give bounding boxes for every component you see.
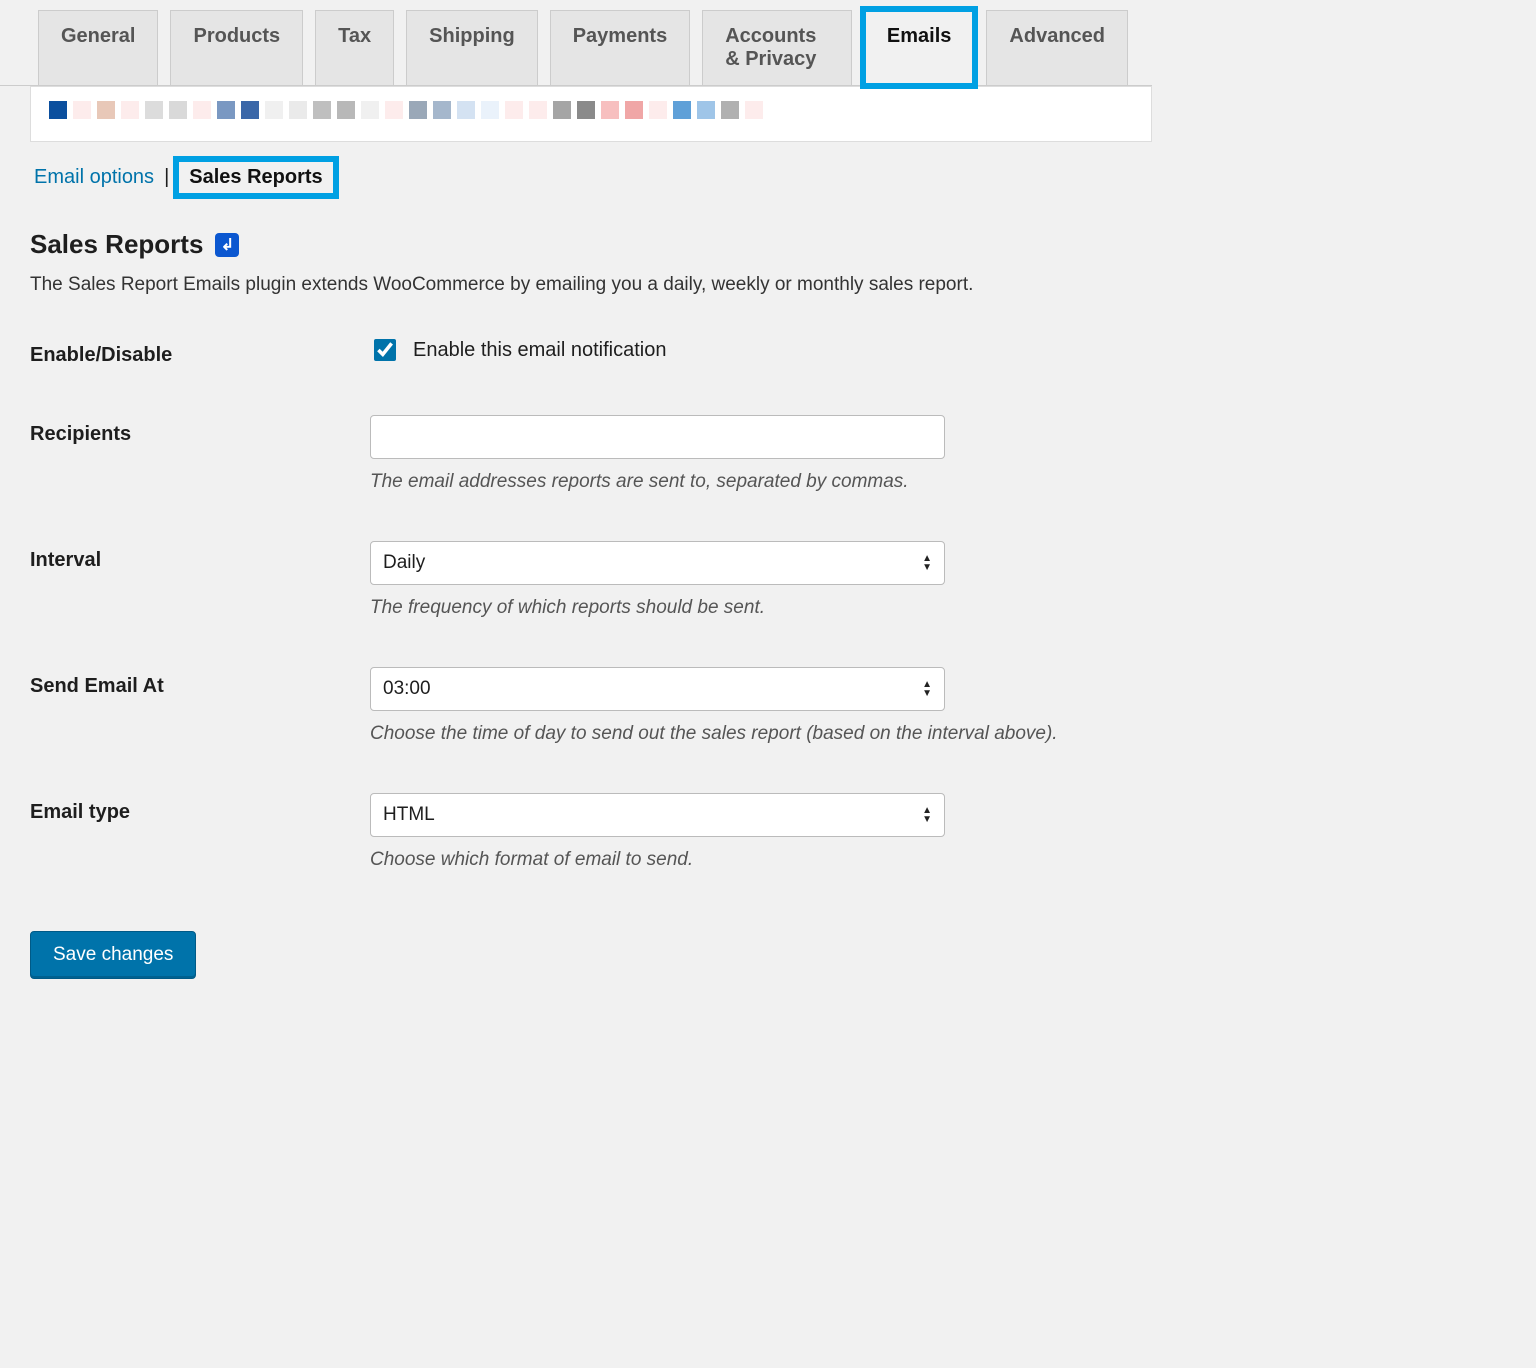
mosaic-swatch — [73, 101, 91, 119]
tab-payments[interactable]: Payments — [550, 10, 691, 85]
settings-tabs: General Products Tax Shipping Payments A… — [0, 0, 1152, 86]
mosaic-swatch — [145, 101, 163, 119]
tab-shipping[interactable]: Shipping — [406, 10, 538, 85]
page-title: Sales Reports ↲ — [30, 229, 1122, 260]
interval-value: Daily — [383, 552, 425, 574]
mosaic-swatch — [289, 101, 307, 119]
label-recipients: Recipients — [30, 415, 340, 446]
mosaic-swatch — [265, 101, 283, 119]
mosaic-swatch — [385, 101, 403, 119]
send-at-help: Choose the time of day to send out the s… — [370, 723, 1122, 745]
mosaic-swatch — [457, 101, 475, 119]
subtab-sales-reports[interactable]: Sales Reports — [179, 162, 332, 193]
chevron-updown-icon: ▲▼ — [922, 807, 932, 824]
enable-checkbox-label: Enable this email notification — [413, 339, 666, 362]
interval-help: The frequency of which reports should be… — [370, 597, 1122, 619]
label-interval: Interval — [30, 541, 340, 572]
tab-accounts-privacy[interactable]: Accounts & Privacy — [702, 10, 852, 85]
mosaic-swatch — [241, 101, 259, 119]
mosaic-swatch — [313, 101, 331, 119]
page-title-text: Sales Reports — [30, 229, 203, 260]
mosaic-swatch — [697, 101, 715, 119]
email-subtabs: Email options | Sales Reports — [0, 142, 1152, 199]
subtab-email-options[interactable]: Email options — [34, 166, 154, 189]
mosaic-swatch — [745, 101, 763, 119]
mosaic-swatch — [121, 101, 139, 119]
enable-checkbox[interactable] — [374, 339, 396, 361]
row-email-type: Email type HTML ▲▼ Choose which format o… — [30, 793, 1122, 871]
subtab-separator: | — [164, 166, 169, 189]
save-button[interactable]: Save changes — [30, 931, 196, 979]
row-send-at: Send Email At 03:00 ▲▼ Choose the time o… — [30, 667, 1122, 745]
tab-tax[interactable]: Tax — [315, 10, 394, 85]
label-enable: Enable/Disable — [30, 336, 340, 367]
send-at-select[interactable]: 03:00 ▲▼ — [370, 667, 945, 711]
tab-advanced[interactable]: Advanced — [986, 10, 1128, 85]
enable-checkbox-wrapper[interactable]: Enable this email notification — [370, 336, 1122, 364]
mosaic-swatch — [673, 101, 691, 119]
mosaic-swatch — [433, 101, 451, 119]
mosaic-swatch — [409, 101, 427, 119]
label-send-at: Send Email At — [30, 667, 340, 698]
mosaic-swatch — [217, 101, 235, 119]
chevron-updown-icon: ▲▼ — [922, 555, 932, 572]
send-at-value: 03:00 — [383, 678, 431, 700]
mosaic-swatch — [193, 101, 211, 119]
tab-products[interactable]: Products — [170, 10, 303, 85]
mosaic-swatch — [721, 101, 739, 119]
mosaic-swatch — [649, 101, 667, 119]
mosaic-swatch — [529, 101, 547, 119]
mosaic-swatch — [625, 101, 643, 119]
email-type-help: Choose which format of email to send. — [370, 849, 1122, 871]
back-badge-icon[interactable]: ↲ — [215, 233, 239, 257]
decorative-mosaic — [30, 86, 1152, 142]
mosaic-swatch — [481, 101, 499, 119]
row-enable: Enable/Disable Enable this email notific… — [30, 336, 1122, 367]
row-interval: Interval Daily ▲▼ The frequency of which… — [30, 541, 1122, 619]
tab-emails[interactable]: Emails — [864, 10, 974, 85]
label-email-type: Email type — [30, 793, 340, 824]
page-description: The Sales Report Emails plugin extends W… — [30, 274, 1122, 296]
mosaic-swatch — [601, 101, 619, 119]
mosaic-swatch — [97, 101, 115, 119]
interval-select[interactable]: Daily ▲▼ — [370, 541, 945, 585]
mosaic-swatch — [577, 101, 595, 119]
mosaic-swatch — [505, 101, 523, 119]
recipients-help: The email addresses reports are sent to,… — [370, 471, 1122, 493]
recipients-input[interactable] — [370, 415, 945, 459]
chevron-updown-icon: ▲▼ — [922, 681, 932, 698]
mosaic-swatch — [169, 101, 187, 119]
email-type-value: HTML — [383, 804, 435, 826]
mosaic-swatch — [361, 101, 379, 119]
mosaic-swatch — [553, 101, 571, 119]
row-recipients: Recipients The email addresses reports a… — [30, 415, 1122, 493]
tab-general[interactable]: General — [38, 10, 158, 85]
email-type-select[interactable]: HTML ▲▼ — [370, 793, 945, 837]
mosaic-swatch — [337, 101, 355, 119]
mosaic-swatch — [49, 101, 67, 119]
